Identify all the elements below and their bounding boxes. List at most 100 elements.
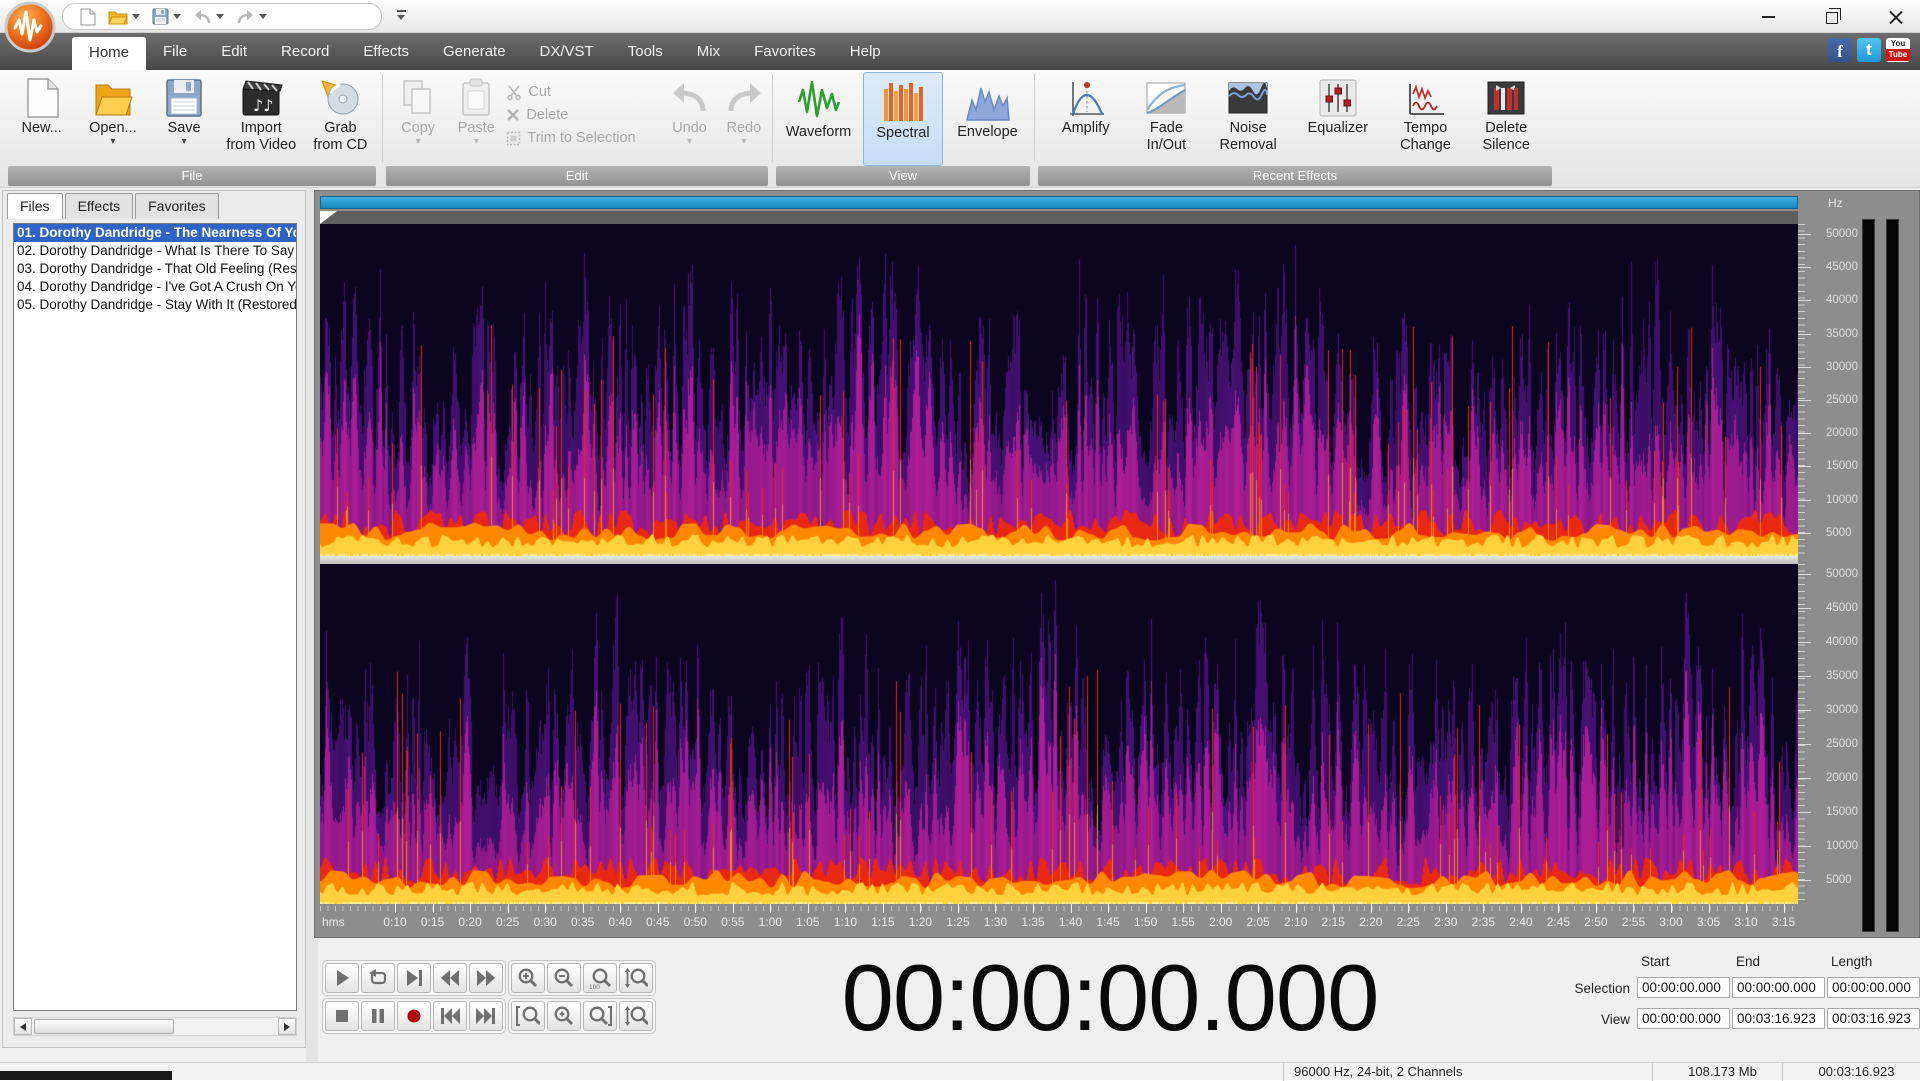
view-end-field[interactable]: 00:03:16.923 (1732, 1008, 1825, 1029)
fade-in-out-button[interactable]: Fade In/Out (1135, 72, 1197, 154)
zoom-vertical-fit-button[interactable] (619, 1001, 653, 1031)
fast-forward-button[interactable] (469, 963, 503, 993)
new-button[interactable]: New... (6, 72, 77, 137)
selection-length-field[interactable]: 00:00:00.000 (1827, 977, 1920, 998)
noise-removal-icon (1226, 76, 1270, 120)
cut-button[interactable]: Cut (506, 84, 661, 100)
level-meter-right (1886, 219, 1899, 932)
close-button[interactable] (1882, 4, 1910, 30)
file-list-item[interactable]: 02. Dorothy Dandridge - What Is There To… (14, 242, 296, 260)
tab-dx-vst[interactable]: DX/VST (523, 33, 611, 70)
timeline-label: 2:05 (1246, 915, 1270, 929)
tab-effects[interactable]: Effects (346, 33, 426, 70)
open-button[interactable]: Open... (77, 72, 148, 146)
tab-record[interactable]: Record (264, 33, 346, 70)
skip-to-end-button[interactable] (469, 1001, 503, 1031)
tab-home[interactable]: Home (72, 37, 147, 70)
envelope-view-button[interactable]: Envelope (947, 72, 1029, 166)
view-length-field[interactable]: 00:03:16.923 (1827, 1008, 1920, 1029)
new-document-icon (80, 8, 96, 25)
amplify-button[interactable]: Amplify (1052, 72, 1120, 137)
timeline-major-tick (582, 904, 584, 913)
zoom-100-button[interactable]: 100 (583, 963, 617, 993)
timeline-label: 2:00 (1208, 915, 1233, 929)
save-button[interactable]: Save (148, 72, 219, 146)
timeline-label: 1:20 (908, 915, 933, 929)
qat-save-button[interactable] (149, 6, 184, 28)
minimize-button[interactable] (1754, 4, 1782, 30)
trim-to-selection-button[interactable]: Trim to Selection (506, 130, 661, 146)
file-list-item[interactable]: 03. Dorothy Dandridge - That Old Feeling… (14, 260, 296, 278)
file-list-item[interactable]: 05. Dorothy Dandridge - Stay With It (Re… (14, 296, 296, 314)
zoom-vertical-button[interactable] (619, 963, 653, 993)
view-start-field[interactable]: 00:00:00.000 (1637, 1008, 1730, 1029)
qat-redo-button[interactable] (233, 6, 270, 28)
fast-forward-icon (477, 970, 495, 986)
tempo-change-button[interactable]: Tempo Change (1393, 72, 1459, 154)
timeline-major-tick (1558, 904, 1560, 913)
tab-tools[interactable]: Tools (611, 33, 680, 70)
paste-button[interactable]: Paste (448, 72, 504, 146)
zoom-selection-button[interactable] (511, 1001, 545, 1031)
facebook-icon[interactable]: f (1828, 38, 1852, 62)
timeline-label: 1:30 (983, 915, 1008, 929)
selection-end-field[interactable]: 00:00:00.000 (1732, 977, 1825, 998)
timeline-ruler[interactable]: hms 0:10 0:15 0:20 0:25 0:30 0:35 0:40 0:45 0:50… (320, 904, 1798, 938)
tab-mix[interactable]: Mix (680, 33, 737, 70)
zoom-out-button[interactable] (547, 963, 581, 993)
maximize-button[interactable] (1818, 4, 1846, 30)
twitter-icon[interactable]: t (1857, 38, 1881, 62)
spectrogram-channel-2[interactable] (320, 564, 1798, 904)
file-list-item[interactable]: 04. Dorothy Dandridge - I've Got A Crush… (14, 278, 296, 296)
panel-tab-files[interactable]: Files (7, 193, 63, 219)
delete-silence-button[interactable]: Delete Silence (1474, 72, 1538, 154)
tab-help[interactable]: Help (833, 33, 898, 70)
play-to-end-button[interactable] (397, 963, 431, 993)
rewind-button[interactable] (433, 963, 467, 993)
scrollbar-thumb[interactable] (34, 1019, 174, 1034)
grab-from-cd-button[interactable]: Grab from CD (303, 72, 378, 154)
copy-button[interactable]: Copy (390, 72, 446, 146)
ribbon: New... Open... Save ♪♪ Import from Video (0, 70, 1920, 188)
customize-quick-access-icon[interactable] (395, 8, 409, 24)
file-list-item[interactable]: 01. Dorothy Dandridge - The Nearness Of … (14, 224, 296, 242)
youtube-icon[interactable]: You Tube (1886, 38, 1910, 62)
zoom-in-icon (518, 968, 538, 988)
spectrogram-channel-1[interactable] (320, 224, 1798, 556)
frequency-major-tick (1798, 400, 1811, 401)
play-position-marker[interactable] (320, 211, 337, 224)
panel-tab-effects[interactable]: Effects (64, 193, 134, 219)
loop-button[interactable] (361, 963, 395, 993)
marker-strip[interactable] (320, 211, 1798, 224)
zoom-in-button[interactable] (511, 963, 545, 993)
scroll-right-button[interactable] (278, 1018, 296, 1035)
undo-button[interactable]: Undo (663, 72, 715, 146)
waveform-view-button[interactable]: Waveform (778, 72, 860, 166)
redo-button[interactable]: Redo (718, 72, 770, 146)
stop-button[interactable] (325, 1001, 359, 1031)
record-button[interactable] (397, 1001, 431, 1031)
tab-favorites[interactable]: Favorites (737, 33, 833, 70)
app-logo[interactable] (4, 1, 56, 53)
equalizer-button[interactable]: Equalizer (1299, 72, 1377, 137)
qat-new-button[interactable] (77, 6, 99, 28)
qat-open-button[interactable] (105, 6, 143, 28)
zoom-full-button[interactable] (583, 1001, 617, 1031)
selection-start-field[interactable]: 00:00:00.000 (1637, 977, 1730, 998)
file-list-horizontal-scrollbar[interactable] (13, 1017, 297, 1036)
overview-scrollbar[interactable] (320, 196, 1798, 209)
tab-edit[interactable]: Edit (204, 33, 264, 70)
zoom-in-small-button[interactable] (547, 1001, 581, 1031)
tab-generate[interactable]: Generate (426, 33, 523, 70)
noise-removal-button[interactable]: Noise Removal (1213, 72, 1283, 154)
spectral-view-button[interactable]: Spectral (863, 72, 943, 166)
tab-file[interactable]: File (146, 33, 204, 70)
play-button[interactable] (325, 963, 359, 993)
scroll-left-button[interactable] (14, 1018, 32, 1035)
pause-button[interactable] (361, 1001, 395, 1031)
import-from-video-button[interactable]: ♪♪ Import from Video (220, 72, 303, 154)
qat-undo-button[interactable] (190, 6, 227, 28)
delete-button[interactable]: Delete (506, 107, 661, 123)
skip-to-start-button[interactable] (433, 1001, 467, 1031)
panel-tab-favorites[interactable]: Favorites (135, 193, 219, 219)
